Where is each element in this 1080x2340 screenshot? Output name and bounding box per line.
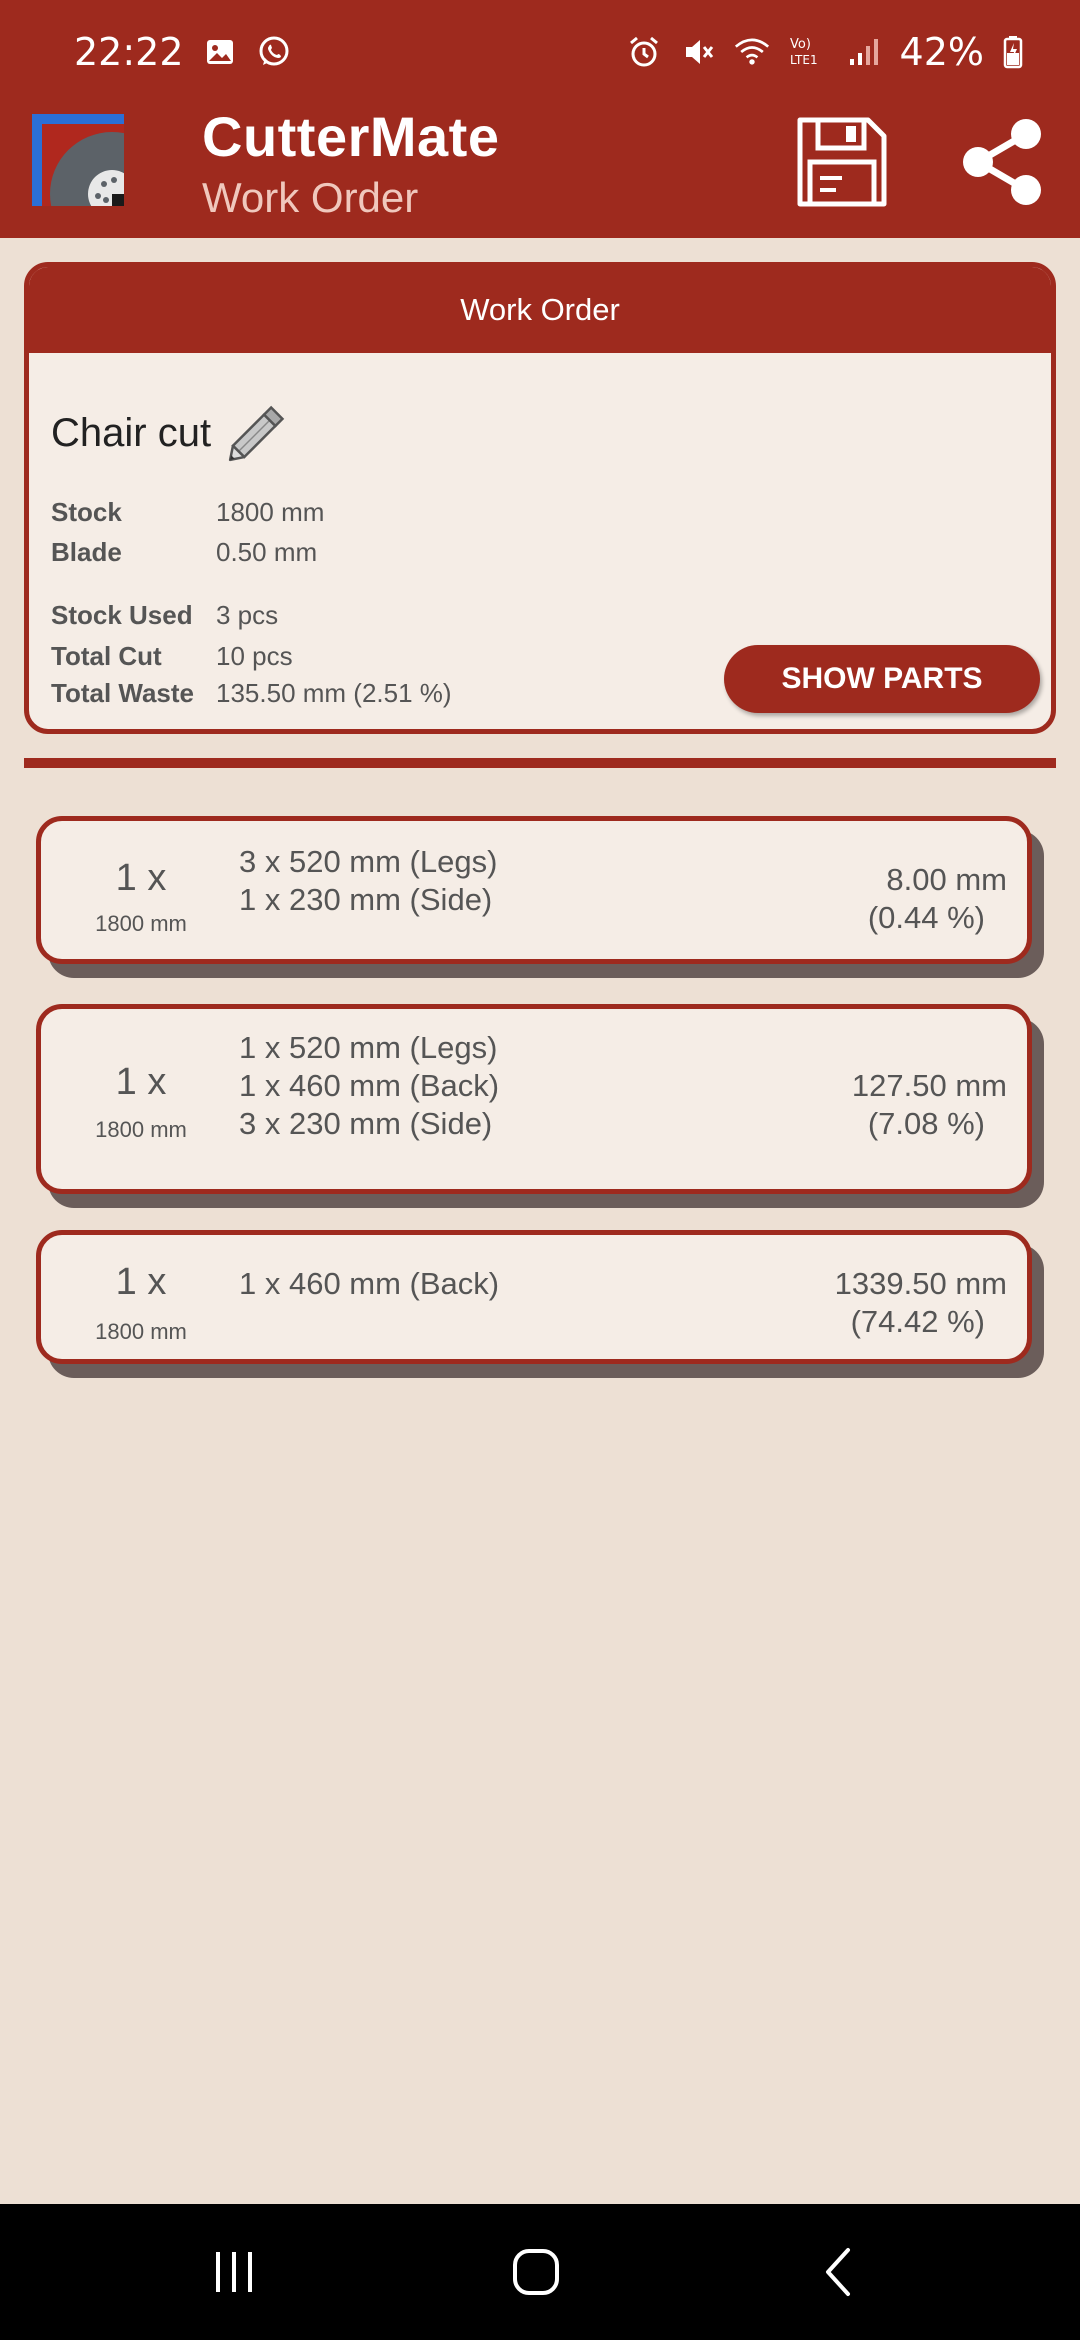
svg-text:LTE1: LTE1 <box>790 53 818 67</box>
home-button[interactable] <box>496 2238 576 2306</box>
stock-quantity: 1 x <box>115 1061 167 1103</box>
status-bar: 22:22 Vo) LTE1 42% <box>0 0 1080 104</box>
status-left: 22:22 <box>74 30 292 74</box>
stock-length: 1800 mm <box>95 1319 187 1344</box>
waste-percent: (0.44 %) <box>867 900 985 935</box>
stock-value: 1800 mm <box>216 497 325 527</box>
cut-plan-item[interactable]: 1 x 1800 mm 1 x 460 mm (Back) 1339.50 mm… <box>36 1230 1044 1378</box>
part-line: 1 x 230 mm (Side) <box>239 882 493 917</box>
waste-amount: 127.50 mm <box>851 1068 1007 1103</box>
cut-plan-item[interactable]: 1 x 1800 mm 1 x 520 mm (Legs) 1 x 460 mm… <box>36 1004 1044 1208</box>
part-line: 3 x 230 mm (Side) <box>239 1106 493 1141</box>
total-cut-value: 10 pcs <box>216 641 293 671</box>
app-logo-icon <box>32 114 174 256</box>
parts-list: 1 x 460 mm (Back) <box>239 1265 499 1303</box>
work-order-name: Chair cut <box>51 410 212 455</box>
share-button[interactable] <box>952 112 1052 212</box>
waste-info: 1339.50 mm (74.42 %) <box>835 1265 1007 1341</box>
save-icon <box>797 117 887 207</box>
volte-icon: Vo) LTE1 <box>788 34 828 70</box>
back-icon <box>826 2248 850 2296</box>
whatsapp-icon <box>256 34 292 70</box>
show-parts-button[interactable]: SHOW PARTS <box>724 645 1040 713</box>
part-line: 3 x 520 mm (Legs) <box>239 844 498 879</box>
stock-length: 1800 mm <box>95 911 187 936</box>
waste-info: 127.50 mm (7.08 %) <box>852 1067 1007 1143</box>
stock-used-label: Stock Used <box>51 600 193 630</box>
stock-used-value: 3 pcs <box>216 600 279 630</box>
part-line: 1 x 460 mm (Back) <box>239 1266 500 1301</box>
waste-amount: 8.00 mm <box>886 862 1007 897</box>
save-button[interactable] <box>792 112 892 212</box>
image-icon <box>202 34 238 70</box>
section-divider <box>24 758 1056 768</box>
cut-plan-card: 1 x 1800 mm 1 x 520 mm (Legs) 1 x 460 mm… <box>36 1004 1032 1194</box>
recents-button[interactable] <box>194 2238 274 2306</box>
parts-list: 3 x 520 mm (Legs) 1 x 230 mm (Side) <box>239 843 497 919</box>
stock-label: Stock <box>51 497 122 527</box>
stock-quantity: 1 x <box>115 1261 167 1303</box>
home-icon <box>513 2249 559 2295</box>
total-waste-label: Total Waste <box>51 678 195 708</box>
recents-icon <box>216 2252 252 2292</box>
waste-amount: 1339.50 mm <box>834 1266 1007 1301</box>
wifi-icon <box>734 34 770 70</box>
mute-icon <box>680 34 716 70</box>
waste-percent: (7.08 %) <box>867 1106 985 1141</box>
app-bar: CutterMate Work Order <box>0 104 1080 256</box>
signal-icon <box>846 34 882 70</box>
alarm-icon <box>626 34 662 70</box>
navigation-bar <box>0 2204 1080 2340</box>
app-title: CutterMate <box>202 105 500 168</box>
status-right: Vo) LTE1 42% <box>626 30 1024 74</box>
cut-plan-item[interactable]: 1 x 1800 mm 3 x 520 mm (Legs) 1 x 230 mm… <box>36 816 1044 978</box>
app-subtitle: Work Order <box>202 174 419 221</box>
work-order-header: Work Order <box>29 267 1051 353</box>
battery-icon <box>1002 34 1024 70</box>
edit-pencil-icon[interactable] <box>221 397 293 469</box>
status-time: 22:22 <box>74 30 184 74</box>
stock-quantity: 1 x <box>115 857 167 899</box>
battery-percent: 42% <box>899 30 984 74</box>
stock-length: 1800 mm <box>95 1117 187 1142</box>
waste-info: 8.00 mm (0.44 %) <box>868 861 1007 937</box>
back-button[interactable] <box>800 2238 880 2306</box>
part-line: 1 x 460 mm (Back) <box>239 1068 500 1103</box>
cut-plan-card: 1 x 1800 mm 1 x 460 mm (Back) 1339.50 mm… <box>36 1230 1032 1364</box>
blade-value: 0.50 mm <box>216 537 318 567</box>
share-icon <box>963 119 1041 205</box>
total-cut-label: Total Cut <box>51 641 162 671</box>
blade-label: Blade <box>51 537 122 567</box>
cut-plan-card: 1 x 1800 mm 3 x 520 mm (Legs) 1 x 230 mm… <box>36 816 1032 964</box>
part-line: 1 x 520 mm (Legs) <box>239 1030 498 1065</box>
parts-list: 1 x 520 mm (Legs) 1 x 460 mm (Back) 3 x … <box>239 1029 499 1143</box>
work-order-card: Work Order Chair cut Stock 1800 mm Blade… <box>24 262 1056 734</box>
work-order-name-row: Chair cut <box>51 397 293 469</box>
waste-percent: (74.42 %) <box>850 1304 985 1339</box>
total-waste-value: 135.50 mm (2.51 %) <box>216 678 452 708</box>
svg-text:Vo): Vo) <box>790 37 811 52</box>
